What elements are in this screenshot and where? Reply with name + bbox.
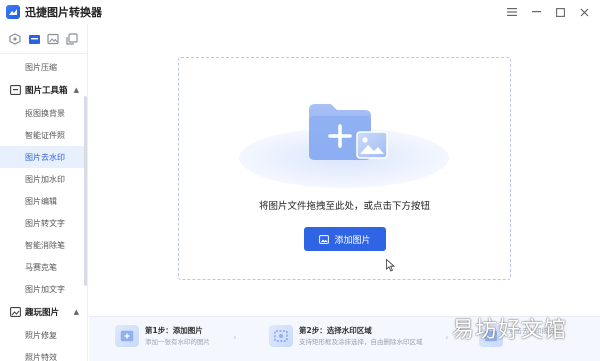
folder-add-icon: [303, 98, 391, 168]
step-1-title: 第1步：添加图片: [145, 326, 203, 335]
sidebar-group-label: 趣玩图片: [25, 308, 60, 318]
drop-zone[interactable]: 将图片文件拖拽至此处，或点击下方按钮 添加图片: [178, 57, 511, 280]
sidebar-item-image-edit[interactable]: 图片编辑: [0, 190, 87, 212]
image-icon: [319, 234, 330, 244]
sidebar-group-toolbox[interactable]: 图片工具箱 ▲: [0, 78, 87, 102]
step-2-desc: 支持矩形框及涂抹选择，自由删除水印区域: [299, 338, 423, 346]
sidebar-item-image-to-text[interactable]: 图片转文字: [0, 212, 87, 234]
sidebar-item-mosaic-pen[interactable]: 马赛克笔: [0, 256, 87, 278]
add-image-label: 添加图片: [334, 235, 371, 246]
sidebar-item-photo-repair[interactable]: 照片修复: [0, 324, 87, 346]
sidebar-group-label: 图片工具箱: [25, 86, 68, 96]
add-image-button[interactable]: 添加图片: [304, 227, 386, 251]
toolbox-group-icon: [10, 85, 21, 95]
chevron-right-icon: ›: [445, 333, 449, 343]
watermark-text: 易坊好文馆: [452, 318, 568, 343]
step-1-desc: 添加一张有水印的图片: [145, 338, 210, 346]
image-icon[interactable]: [46, 32, 60, 46]
sidebar-item-image-compress[interactable]: 图片压缩: [0, 56, 87, 78]
format-icon[interactable]: [8, 32, 22, 46]
sidebar-item-smart-eraser[interactable]: 智能消除笔: [0, 234, 87, 256]
copy-icon[interactable]: [65, 32, 79, 46]
chevron-right-icon: ›: [233, 333, 237, 343]
title-bar: 迅捷图片转换器: [0, 0, 600, 24]
menu-icon[interactable]: [502, 3, 522, 21]
maximize-icon[interactable]: [550, 3, 570, 21]
sidebar-icon-bar: [0, 24, 87, 54]
main-panel: 将图片文件拖拽至此处，或点击下方按钮 添加图片: [89, 24, 600, 361]
fun-group-icon: [10, 307, 21, 317]
step-1: 第1步：添加图片 添加一张有水印的图片: [115, 325, 210, 348]
sidebar-item-add-text[interactable]: 图片加文字: [0, 278, 87, 300]
mouse-cursor-icon: [386, 259, 395, 272]
app-title: 迅捷图片转换器: [25, 6, 102, 19]
step-2: 第2步：选择水印区域 支持矩形框及涂抹选择，自由删除水印区域: [269, 325, 423, 348]
sidebar: 图片压缩 图片工具箱 ▲ 抠图换背景 智能证件照 图片去水印 图片加水印 图片编…: [0, 24, 88, 361]
sidebar-item-photo-effects[interactable]: 照片特效: [0, 346, 87, 361]
toolbox-icon[interactable]: [27, 32, 41, 46]
minimize-icon[interactable]: [526, 3, 546, 21]
close-icon[interactable]: [574, 3, 594, 21]
chevron-up-icon: ▲: [73, 86, 79, 94]
chevron-up-icon: ▲: [73, 308, 79, 316]
step-add-image-icon: [115, 325, 139, 347]
sidebar-item-remove-watermark[interactable]: 图片去水印: [0, 146, 87, 168]
sidebar-item-add-watermark[interactable]: 图片加水印: [0, 168, 87, 190]
step-2-title: 第2步：选择水印区域: [299, 326, 372, 335]
drop-hint-text: 将图片文件拖拽至此处，或点击下方按钮: [258, 201, 430, 212]
sidebar-item-cutout[interactable]: 抠图换背景: [0, 102, 87, 124]
sidebar-item-id-photo[interactable]: 智能证件照: [0, 124, 87, 146]
app-logo-icon: [6, 5, 20, 19]
sidebar-group-fun[interactable]: 趣玩图片 ▲: [0, 300, 87, 324]
step-select-area-icon: [269, 325, 293, 347]
sidebar-scrollbar[interactable]: [84, 96, 87, 286]
